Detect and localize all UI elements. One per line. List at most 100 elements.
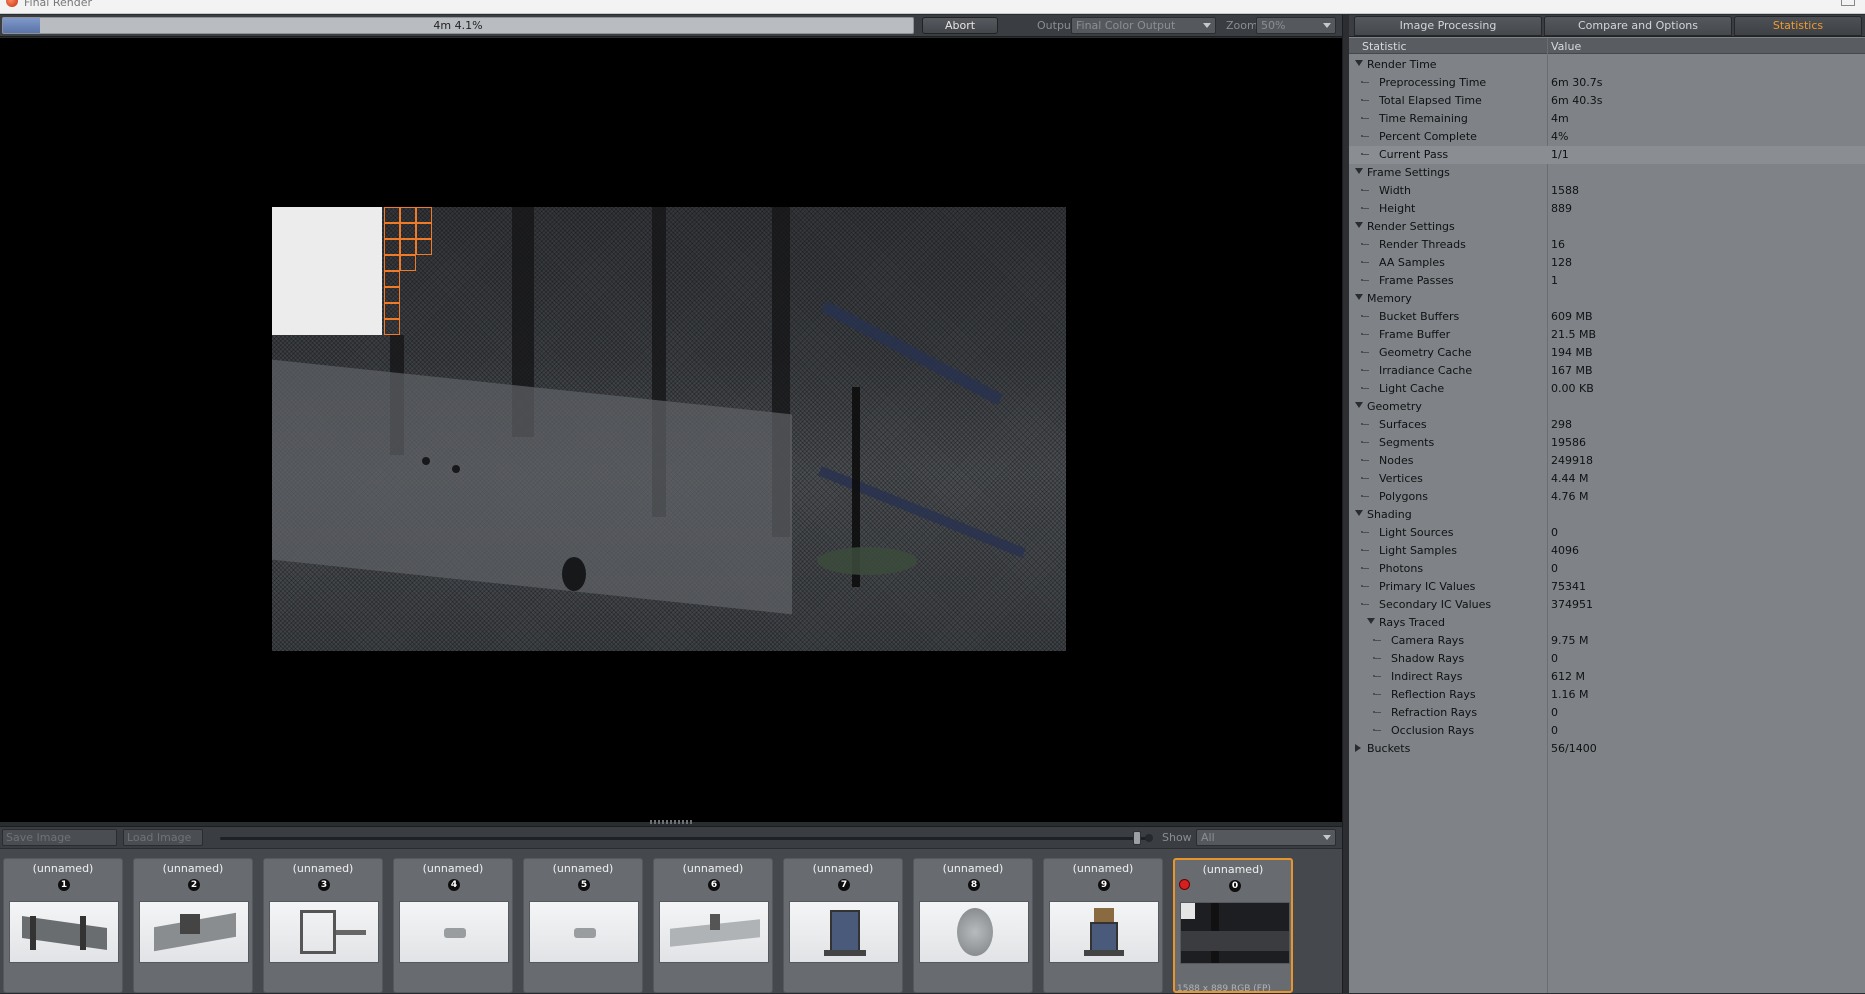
render-thumbnail-active[interactable]: (unnamed) 0 1588 x 889 RGB (FP) [1173,858,1293,994]
stat-group-row[interactable]: Rays Traced [1349,614,1865,632]
expand-down-icon[interactable] [1355,294,1363,300]
save-image-button[interactable]: Save Image [2,829,117,846]
render-thumbnail[interactable]: (unnamed) 2 [133,858,253,993]
render-thumbnail[interactable]: (unnamed) 9 [1043,858,1163,993]
show-select[interactable]: All [1196,829,1336,846]
stat-row[interactable]: Polygons 4.76 M [1349,488,1865,506]
viewport-splitter-grip[interactable] [650,820,694,824]
stat-name: Bucket Buffers [1379,310,1460,323]
tab-statistics[interactable]: Statistics [1734,16,1862,36]
stat-row[interactable]: Camera Rays 9.75 M [1349,632,1865,650]
stat-name: Render Threads [1379,238,1466,251]
stat-row[interactable]: Vertices 4.44 M [1349,470,1865,488]
maximize-button[interactable] [1841,0,1855,6]
stat-value: 21.5 MB [1551,328,1597,341]
tab-image-processing[interactable]: Image Processing [1354,16,1542,36]
stat-value: 19586 [1551,436,1586,449]
stat-row[interactable]: Indirect Rays 612 M [1349,668,1865,686]
render-viewport[interactable] [0,38,1342,822]
stat-row[interactable]: Occlusion Rays 0 [1349,722,1865,740]
stat-group-row[interactable]: Shading [1349,506,1865,524]
stat-value: 1588 [1551,184,1579,197]
thumbnail-number: 7 [838,879,850,891]
stat-group-row[interactable]: Frame Settings [1349,164,1865,182]
render-thumbnail[interactable]: (unnamed) 1 [3,858,123,993]
expand-down-icon[interactable] [1355,510,1363,516]
expand-down-icon[interactable] [1355,168,1363,174]
expand-down-icon[interactable] [1355,402,1363,408]
stat-row[interactable]: Nodes 249918 [1349,452,1865,470]
stat-row[interactable]: Frame Passes 1 [1349,272,1865,290]
load-image-button[interactable]: Load Image [123,829,203,846]
stat-row[interactable]: Light Sources 0 [1349,524,1865,542]
stat-row[interactable]: Frame Buffer 21.5 MB [1349,326,1865,344]
stat-row[interactable]: Light Samples 4096 [1349,542,1865,560]
tree-branch-icon [1361,603,1369,605]
expand-right-icon[interactable] [1355,744,1361,752]
render-thumbnail[interactable]: (unnamed) 4 [393,858,513,993]
stat-row[interactable]: Geometry Cache 194 MB [1349,344,1865,362]
stat-name: Preprocessing Time [1379,76,1487,89]
expand-down-icon[interactable] [1355,60,1363,66]
expand-down-icon[interactable] [1355,222,1363,228]
tab-compare-and-options[interactable]: Compare and Options [1544,16,1732,36]
stat-row[interactable]: Shadow Rays 0 [1349,650,1865,668]
stat-row[interactable]: Render Threads 16 [1349,236,1865,254]
stat-row[interactable]: Refraction Rays 0 [1349,704,1865,722]
stat-row[interactable]: Percent Complete 4% [1349,128,1865,146]
stat-name: Time Remaining [1379,112,1468,125]
tree-branch-icon [1361,261,1369,263]
tree-branch-icon [1361,531,1369,533]
stat-row[interactable]: Reflection Rays 1.16 M [1349,686,1865,704]
stat-row[interactable]: Primary IC Values 75341 [1349,578,1865,596]
window-title: Final Render [24,0,93,9]
stat-name: Vertices [1379,472,1423,485]
stat-row[interactable]: Secondary IC Values 374951 [1349,596,1865,614]
render-thumbnail[interactable]: (unnamed) 5 [523,858,643,993]
expand-down-icon[interactable] [1367,618,1375,624]
statistic-column-header[interactable]: Statistic [1362,40,1407,53]
render-toolbar: 4m 4.1% Abort Output Final Color Output … [0,15,1348,37]
value-column-header[interactable]: Value [1551,40,1581,53]
stat-group-row[interactable]: Render Time [1349,56,1865,74]
stat-row[interactable]: AA Samples 128 [1349,254,1865,272]
stat-row[interactable]: Preprocessing Time 6m 30.7s [1349,74,1865,92]
zoom-select[interactable]: 50% [1256,17,1336,34]
stat-row[interactable]: Total Elapsed Time 6m 40.3s [1349,92,1865,110]
stat-row[interactable]: Surfaces 298 [1349,416,1865,434]
stat-name: Shadow Rays [1391,652,1465,665]
stat-row[interactable]: Bucket Buffers 609 MB [1349,308,1865,326]
stat-row[interactable]: Height 889 [1349,200,1865,218]
stat-name: Frame Settings [1367,166,1450,179]
tree-branch-icon [1373,639,1381,641]
stat-row[interactable]: Width 1588 [1349,182,1865,200]
panel-divider[interactable] [1342,15,1349,993]
render-thumbnail[interactable]: (unnamed) 7 [783,858,903,993]
stat-row[interactable]: Segments 19586 [1349,434,1865,452]
abort-button[interactable]: Abort [922,17,998,34]
tree-branch-icon [1361,81,1369,83]
thumbnail-image [659,901,769,963]
stat-group-row[interactable]: Memory [1349,290,1865,308]
frame-slider-track[interactable] [220,837,1148,840]
tree-branch-icon [1361,549,1369,551]
stat-group-row[interactable]: Render Settings [1349,218,1865,236]
tree-branch-icon [1361,387,1369,389]
stat-value: 0 [1551,724,1558,737]
stat-group-row[interactable]: Geometry [1349,398,1865,416]
frame-slider-handle[interactable] [1133,831,1141,845]
output-select-value: Final Color Output [1076,19,1176,32]
stat-row[interactable]: Current Pass 1/1 [1349,146,1865,164]
render-thumbnail[interactable]: (unnamed) 6 [653,858,773,993]
stat-row[interactable]: Time Remaining 4m [1349,110,1865,128]
recording-dot-icon [1179,879,1190,890]
stat-row[interactable]: Light Cache 0.00 KB [1349,380,1865,398]
render-thumbnail[interactable]: (unnamed) 3 [263,858,383,993]
stat-group-row[interactable]: Buckets 56/1400 [1349,740,1865,758]
stat-row[interactable]: Irradiance Cache 167 MB [1349,362,1865,380]
output-select[interactable]: Final Color Output [1071,17,1216,34]
stat-name: Shading [1367,508,1412,521]
stat-row[interactable]: Photons 0 [1349,560,1865,578]
thumbnail-image [919,901,1029,963]
render-thumbnail[interactable]: (unnamed) 8 [913,858,1033,993]
